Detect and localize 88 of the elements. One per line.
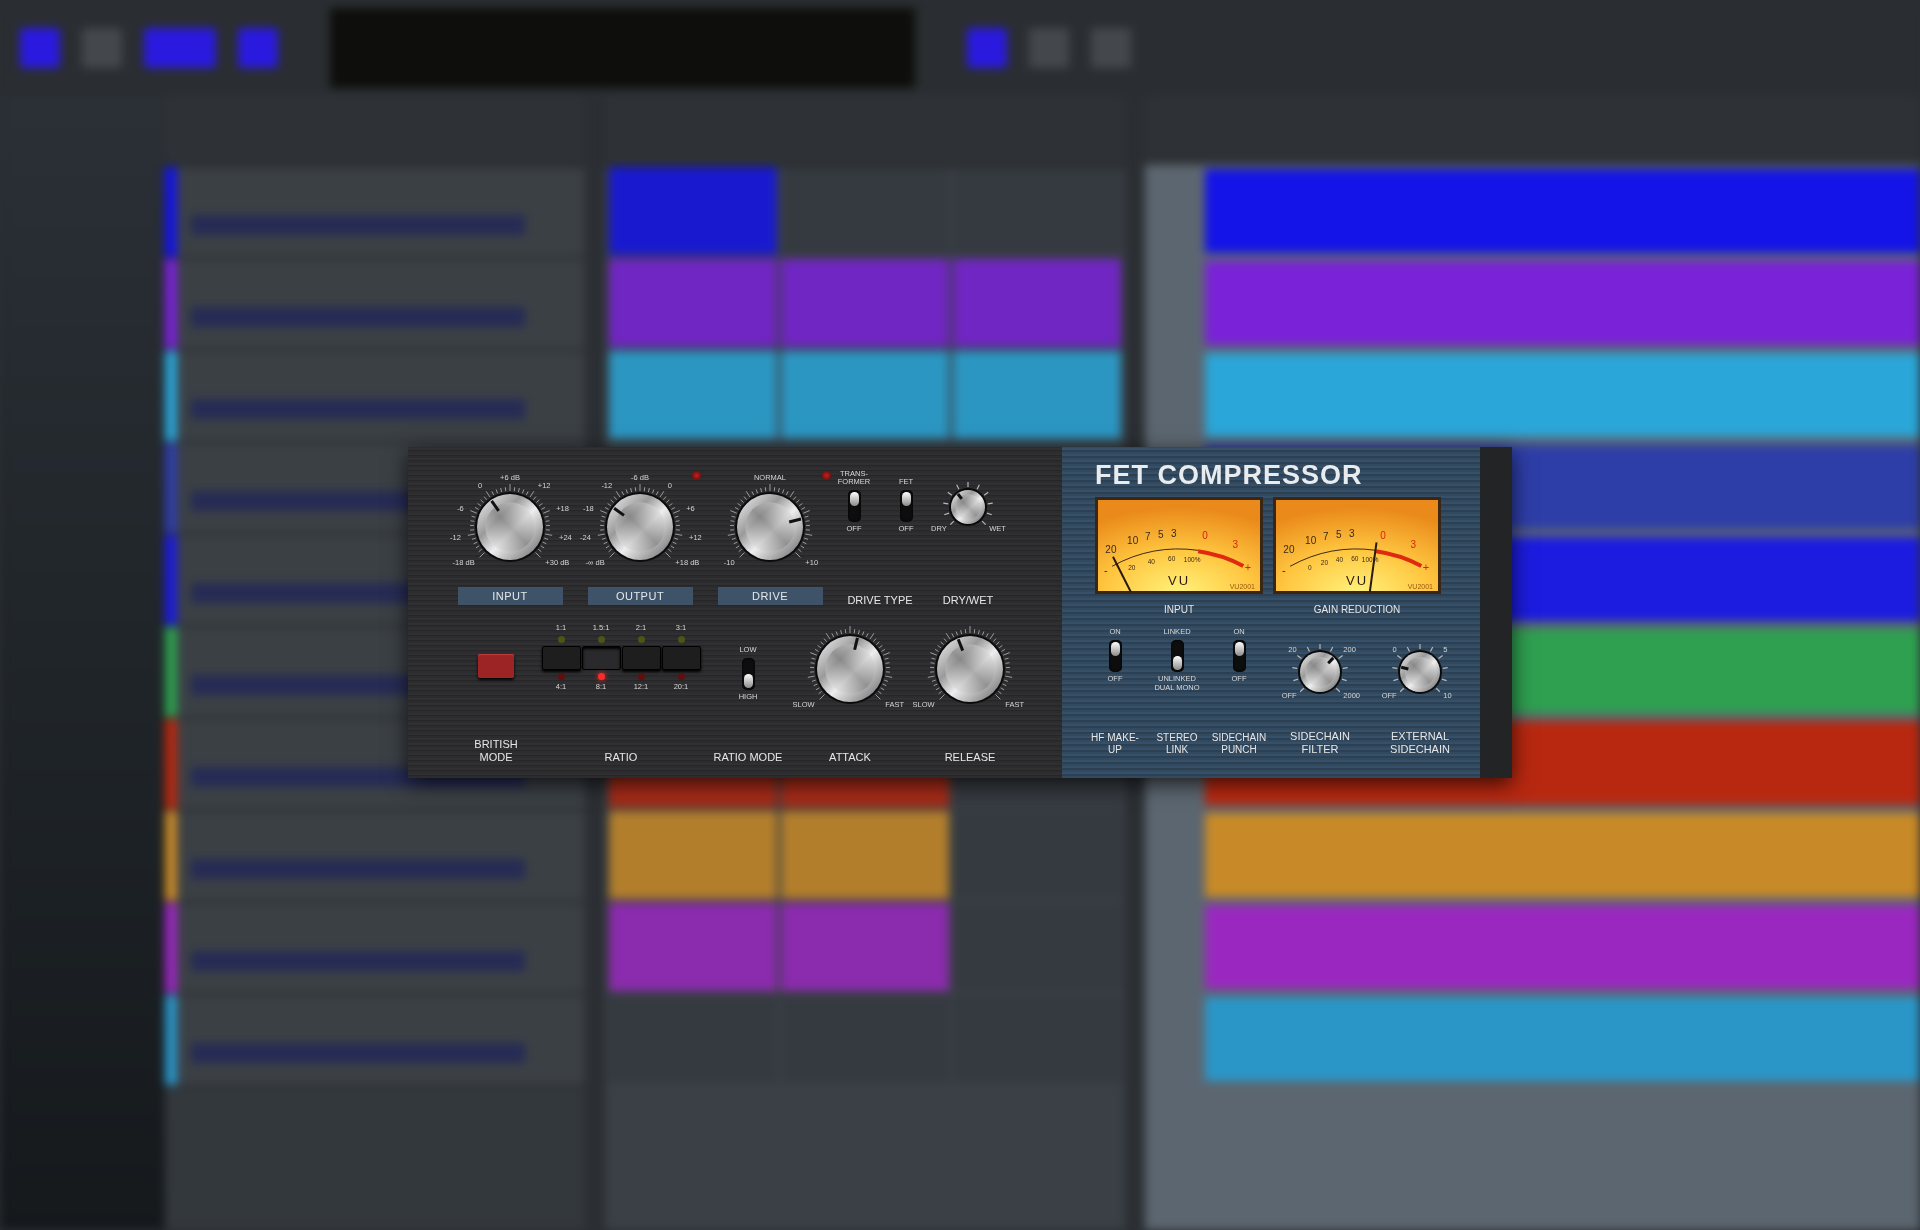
clip-block[interactable] [609, 903, 777, 991]
led-indicator [637, 672, 645, 680]
meter-scale-label: 3 [1349, 528, 1355, 540]
toolbar-button[interactable] [1091, 27, 1131, 68]
meter-unit: VU [1345, 573, 1369, 589]
knob-label: OUTPUT [587, 587, 693, 605]
toolbar-button[interactable] [967, 27, 1007, 68]
clip-block[interactable] [953, 351, 1121, 439]
control-label: SIDECHAIN FILTER [1289, 730, 1351, 757]
meter-label: GAIN REDUCTION [1313, 604, 1401, 617]
meter-sign: + [1422, 561, 1430, 574]
knob[interactable] [727, 483, 813, 562]
arrangement-clip[interactable] [1205, 261, 1920, 345]
knob-label: DRIVE [717, 587, 823, 605]
meter-scale-label: 20 [1105, 544, 1117, 556]
ratio-button[interactable] [621, 645, 661, 670]
led-indicator [557, 672, 565, 680]
knob[interactable] [927, 625, 1013, 704]
control-label: DRIVE TYPE [847, 593, 913, 607]
toggle-switch[interactable] [899, 490, 913, 522]
control-label: SIDECHAIN PUNCH [1210, 732, 1268, 757]
arrangement-clip[interactable] [1205, 353, 1920, 437]
arrangement-clip[interactable] [1205, 813, 1920, 897]
toolbar-button[interactable] [20, 27, 60, 68]
meter-scale-label: 0 [1380, 530, 1386, 542]
ratio-button[interactable] [581, 645, 621, 670]
meter-scale-label: 3 [1232, 539, 1238, 551]
ratio-button[interactable] [661, 645, 701, 670]
meter-scale-label: 20 [1283, 544, 1295, 556]
meter-scale-label: 7 [1145, 531, 1151, 543]
control-label: RATIO [604, 750, 638, 764]
led-indicator [597, 672, 605, 680]
toggle-switch[interactable] [1170, 640, 1184, 672]
control-label: BRITISH MODE [473, 737, 519, 764]
toggle-switch[interactable] [847, 490, 861, 522]
meter-unit: VU [1167, 573, 1191, 589]
arrangement-clip[interactable] [1205, 905, 1920, 989]
toolbar-button[interactable] [1029, 27, 1069, 68]
meter-scale-label: 5 [1157, 529, 1164, 541]
clip-block[interactable] [609, 167, 777, 255]
meter-scale-label: 3 [1171, 528, 1177, 540]
meter-scale-label: 10 [1305, 535, 1317, 547]
meter-sign: + [1244, 561, 1252, 574]
meter-scale-label: 5 [1335, 529, 1342, 541]
british-mode-button[interactable] [478, 654, 514, 678]
knob-label: INPUT [457, 587, 563, 605]
control-label: DRY/WET [942, 593, 994, 607]
control-label: RELEASE [944, 750, 996, 764]
led-indicator [557, 635, 565, 643]
meter-scale-label: 0 [1202, 530, 1208, 542]
ratio-button[interactable] [541, 645, 581, 670]
led-indicator [597, 635, 605, 643]
control-label: ATTACK [829, 750, 871, 764]
toggle-switch[interactable] [1108, 640, 1122, 672]
arrangement-clip[interactable] [1205, 997, 1920, 1081]
meter-label: INPUT [1164, 604, 1194, 617]
led-indicator [677, 635, 685, 643]
meter-scale-label: 10 [1127, 535, 1139, 547]
toggle-switch[interactable] [1232, 640, 1246, 672]
clip-block[interactable] [953, 259, 1121, 347]
meter-sign: - [1104, 564, 1108, 577]
meter-scale-label: 7 [1323, 531, 1329, 543]
knob[interactable] [467, 483, 553, 562]
clip-block[interactable] [781, 903, 949, 991]
toolbar-button[interactable] [82, 27, 122, 68]
led-indicator [677, 672, 685, 680]
clip-block[interactable] [609, 259, 777, 347]
meter-sign: - [1282, 564, 1286, 577]
knob[interactable] [597, 483, 683, 562]
toolbar-button[interactable] [144, 27, 216, 68]
led-indicator [637, 635, 645, 643]
control-label: RATIO MODE [713, 750, 783, 764]
arrangement-clip[interactable] [1205, 169, 1920, 253]
plugin-title: FET COMPRESSOR [1095, 459, 1364, 492]
toolbar-button[interactable] [238, 27, 278, 68]
meter-scale-label: 3 [1410, 539, 1416, 551]
toggle-switch[interactable] [741, 657, 755, 690]
clip-block[interactable] [609, 811, 777, 899]
knob[interactable] [942, 481, 994, 526]
control-label: STEREO LINK [1155, 732, 1199, 757]
clip-block[interactable] [781, 811, 949, 899]
knob[interactable] [1391, 643, 1449, 695]
control-label: HF MAKE-UP [1090, 732, 1140, 757]
control-label: EXTERNAL SIDECHAIN [1389, 730, 1451, 757]
clip-block[interactable] [781, 351, 949, 439]
clip-block[interactable] [781, 259, 949, 347]
knob[interactable] [807, 625, 893, 704]
clip-block[interactable] [609, 351, 777, 439]
